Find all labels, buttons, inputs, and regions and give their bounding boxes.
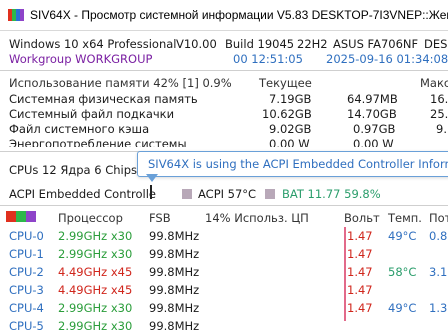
cpu-row[interactable]: CPU-5 2.99GHz x30 99.8MHz xyxy=(0,319,448,334)
col-max: Макс xyxy=(420,76,448,90)
cpu-name: CPU-2 xyxy=(9,265,44,279)
divider xyxy=(0,70,448,71)
cpu-fsb: 99.8MHz xyxy=(149,265,200,279)
cpu-temperature: 49°C xyxy=(388,229,417,243)
cpu-fsb: 99.8MHz xyxy=(149,247,200,261)
current-datetime: 2025-09-16 01:34:08 xyxy=(326,52,448,66)
cpu-clock: 2.99GHz x30 xyxy=(58,247,133,261)
memory-row[interactable]: Системная физическая память 7.19GB 64.97… xyxy=(0,92,448,107)
memory-row-middle: 0.00 W xyxy=(353,137,394,147)
os-release: 22H2 xyxy=(297,37,328,51)
memory-row-middle: 64.97MB xyxy=(347,92,398,106)
cpu-name: CPU-1 xyxy=(9,247,44,261)
cpu-summary: CPUs 12 Ядра 6 Chips 1 xyxy=(9,163,149,177)
app-icon xyxy=(8,9,24,21)
cpu-name: CPU-4 xyxy=(9,301,44,315)
cpu-table-header: Процессор FSB 14% Использ. ЦП Вольт Темп… xyxy=(0,211,448,226)
memory-row-current: 10.62GB xyxy=(262,107,312,121)
col-current: Текущее xyxy=(259,76,312,90)
memory-row-max: 9. xyxy=(436,122,447,136)
cpu-voltage: 1.47 xyxy=(347,301,373,315)
cpu-voltage: 1.47 xyxy=(347,265,373,279)
cpu-clock: 2.99GHz x30 xyxy=(58,319,133,333)
os-version: V10.00 xyxy=(176,37,217,51)
acpi-label: ACPI Embedded Controlle xyxy=(9,187,156,201)
col-power: Пот xyxy=(429,211,448,225)
battery-info: BAT 11.77 59.8% xyxy=(282,187,381,201)
cpu-clock: 2.99GHz x30 xyxy=(58,301,133,315)
workgroup-row: Workgroup WORKGROUP 00 12:51:05 2025-09-… xyxy=(0,52,448,67)
cpu-row[interactable]: CPU-0 2.99GHz x30 99.8MHz 1.47 49°C 0.8 xyxy=(0,229,448,244)
cpu-name: CPU-0 xyxy=(9,229,44,243)
memory-row-current: 9.02GB xyxy=(269,122,312,136)
memory-row-middle: 14.70GB xyxy=(347,107,397,121)
cpu-voltage: 1.47 xyxy=(347,247,373,261)
cpu-row[interactable]: CPU-2 4.49GHz x45 99.8MHz 1.47 58°C 3.1 xyxy=(0,265,448,280)
cpu-voltage: 1.47 xyxy=(347,283,373,297)
cpu-clock: 2.99GHz x30 xyxy=(58,229,133,243)
machine-model: ASUS FA706NF xyxy=(333,37,419,51)
tooltip-pointer xyxy=(146,174,158,182)
memory-row-current: 7.19GB xyxy=(269,92,312,106)
memory-row-middle: 0.97GB xyxy=(353,122,396,136)
col-fsb: FSB xyxy=(149,211,171,225)
col-temp: Темп. xyxy=(388,211,422,225)
col-cpu-usage: 14% Использ. ЦП xyxy=(205,211,309,225)
memory-row-max: 25. xyxy=(430,107,448,121)
col-volt: Вольт xyxy=(344,211,380,225)
cpu-row[interactable]: CPU-4 2.99GHz x30 99.8MHz 1.47 49°C 1.3 xyxy=(0,301,448,316)
cpu-voltage: 1.47 xyxy=(347,229,373,243)
title-bar[interactable]: SIV64X - Просмотр системной информации V… xyxy=(0,0,448,31)
memory-row-label: Файл системного кэша xyxy=(9,122,150,136)
memory-row-label: Системный файл подкачки xyxy=(9,107,175,121)
uptime: 00 12:51:05 xyxy=(233,52,303,66)
cpu-power: 1.3 xyxy=(429,301,448,315)
machine-model-cut: DESK xyxy=(424,37,448,51)
mouse-cursor xyxy=(150,185,152,199)
col-processor: Процессор xyxy=(58,211,123,225)
cpu-temperature: 49°C xyxy=(388,301,417,315)
cpu-clock: 4.49GHz x45 xyxy=(58,265,133,279)
cpu-row[interactable]: CPU-1 2.99GHz x30 99.8MHz 1.47 xyxy=(0,247,448,262)
battery-swatch xyxy=(265,189,275,199)
memory-row-label: Энергопотребление системы xyxy=(9,137,187,147)
tooltip-text: SIV64X is using the ACPI Embedded Contro… xyxy=(148,157,448,171)
cpu-fsb: 99.8MHz xyxy=(149,229,200,243)
memory-header-row: Использование памяти 42% [1] 0.9% Текуще… xyxy=(0,76,448,91)
memory-row[interactable]: Системный файл подкачки 10.62GB 14.70GB … xyxy=(0,107,448,122)
power-row[interactable]: Энергопотребление системы 0.00 W 0.00 W xyxy=(0,137,448,147)
os-info-row: Windows 10 x64 Professional V10.00 Build… xyxy=(0,37,448,52)
cpu-temperature: 58°C xyxy=(388,265,417,279)
cpu-row[interactable]: CPU-3 4.49GHz x45 99.8MHz 1.47 xyxy=(0,283,448,298)
cpu-fsb: 99.8MHz xyxy=(149,319,200,333)
cpu-fsb: 99.8MHz xyxy=(149,301,200,315)
divider xyxy=(0,205,448,206)
cpu-power: 0.8 xyxy=(429,229,448,243)
os-name: Windows 10 x64 Professional xyxy=(9,37,177,51)
acpi-temp-swatch xyxy=(182,189,192,199)
acpi-row[interactable]: ACPI Embedded Controlle ACPI 57°C BAT 11… xyxy=(0,187,448,202)
cpu-fsb: 99.8MHz xyxy=(149,283,200,297)
cpu-power: 3.1 xyxy=(429,265,448,279)
memory-row-max: 16. xyxy=(430,92,448,106)
cpu-name: CPU-5 xyxy=(9,319,44,333)
acpi-tooltip: SIV64X is using the ACPI Embedded Contro… xyxy=(137,151,448,177)
memory-row-current: 0.00 W xyxy=(269,137,310,147)
memory-usage-label: Использование памяти 42% [1] 0.9% xyxy=(9,76,232,90)
cpu-name: CPU-3 xyxy=(9,283,44,297)
acpi-temp: ACPI 57°C xyxy=(198,187,257,201)
os-build: Build 19045 xyxy=(225,37,295,51)
window-title: SIV64X - Просмотр системной информации V… xyxy=(30,8,448,22)
memory-row[interactable]: Файл системного кэша 9.02GB 0.97GB 9. xyxy=(0,122,448,137)
cpu-clock: 4.49GHz x45 xyxy=(58,283,133,297)
memory-row-label: Системная физическая память xyxy=(9,92,198,106)
workgroup: Workgroup WORKGROUP xyxy=(9,52,153,66)
